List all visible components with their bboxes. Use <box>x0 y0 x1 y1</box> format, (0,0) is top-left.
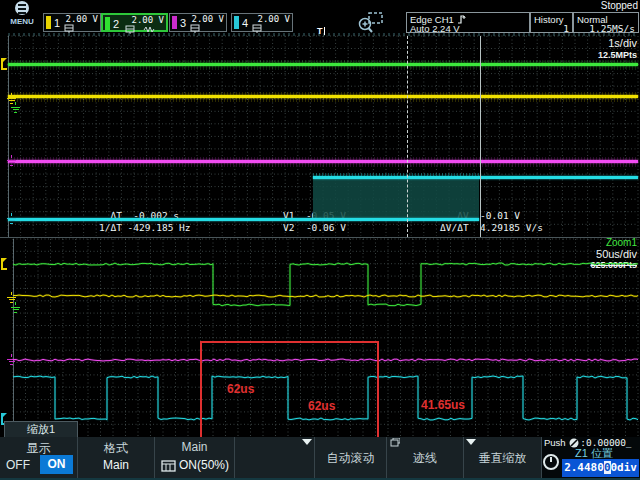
annotation-label-2: 62us <box>308 399 335 413</box>
format-header: 格式 <box>78 440 154 457</box>
display-on-button[interactable]: ON <box>40 455 73 474</box>
window-icon <box>390 438 400 447</box>
menu-cell-format[interactable]: 格式 Main <box>77 437 154 480</box>
auto-scroll-label: 自动滚动 <box>315 450 386 467</box>
z1-position-value[interactable]: 2.448000div <box>562 459 639 477</box>
menu-cell-auto-scroll[interactable]: 自动滚动 <box>314 437 386 480</box>
oscilloscope-screen: MENU 12.00 V22.00 V32.00 V42.00 V Edge C… <box>0 0 640 480</box>
menu-cell-empty[interactable] <box>234 437 314 480</box>
format-value: Main <box>78 458 154 472</box>
knob-icon <box>543 454 559 470</box>
annotation-label-3: 41.65us <box>421 398 465 412</box>
menu-cell-vertical-zoom[interactable]: 垂直缩放 <box>463 437 541 480</box>
menu-cell-trace[interactable]: 迹线 <box>386 437 463 480</box>
main-header: Main <box>155 440 234 454</box>
display-off-label[interactable]: OFF <box>6 458 30 472</box>
split-screen-icon <box>161 460 176 472</box>
annotation-label-1: 62us <box>227 382 254 396</box>
vertical-zoom-label: 垂直缩放 <box>464 450 541 467</box>
dropdown-arrow-icon-2 <box>466 439 476 445</box>
annotation-layer: 62us 62us 41.65us <box>0 0 640 480</box>
trace-label: 迹线 <box>387 450 463 467</box>
tab-zoom1[interactable]: 缩放1 <box>4 421 78 438</box>
menu-cell-main[interactable]: Main ON(50%) <box>154 437 234 480</box>
dropdown-arrow-icon <box>302 439 312 445</box>
